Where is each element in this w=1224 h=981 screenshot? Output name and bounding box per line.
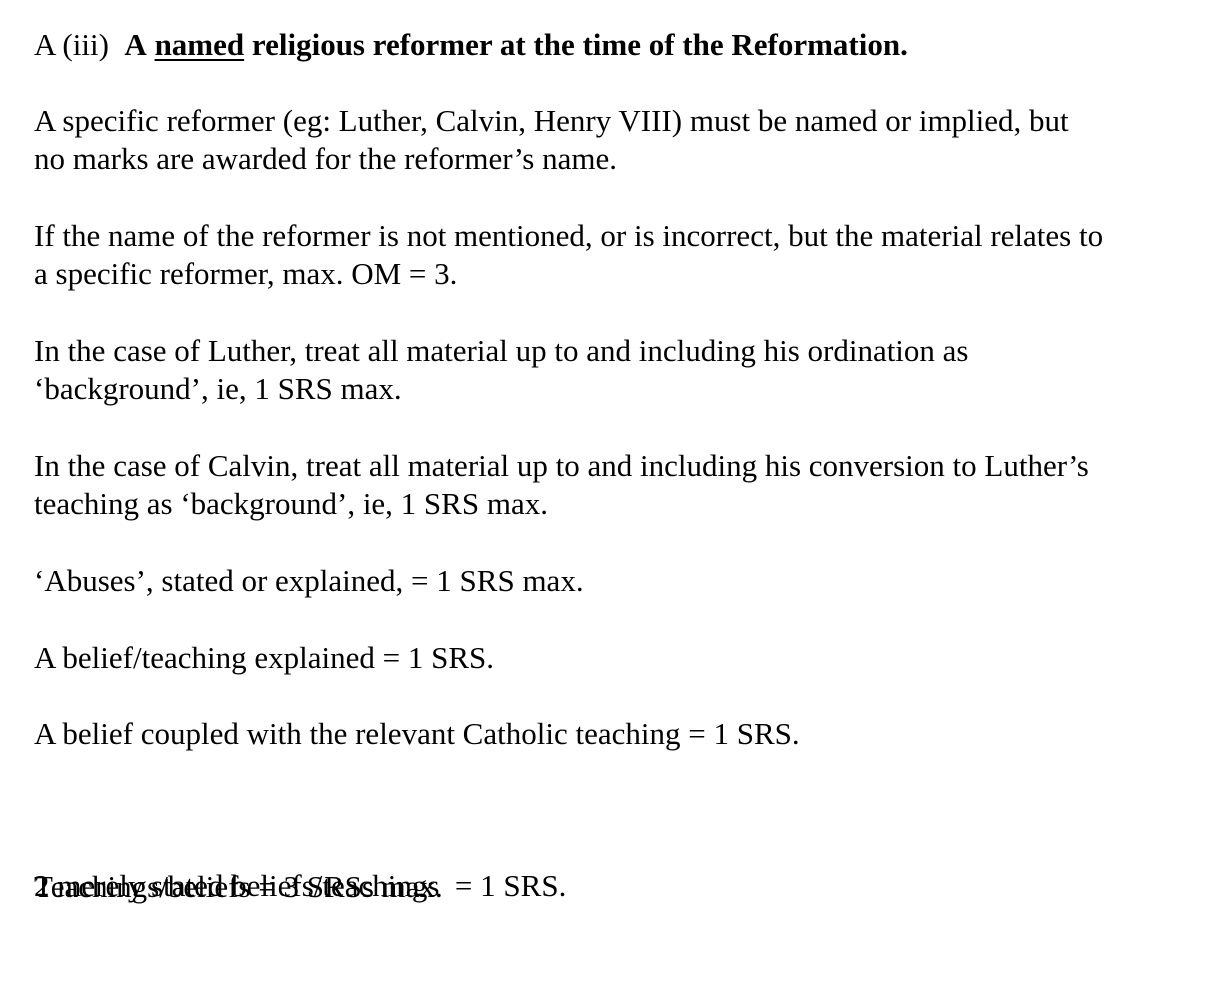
paragraph-line: A belief/teaching explained = 1 SRS.	[34, 640, 495, 675]
paragraph-line: In the case of Luther, treat all materia…	[34, 333, 969, 368]
paragraph-named-reformer: A specific reformer (eg: Luther, Calvin,…	[34, 102, 1069, 178]
paragraph-line: A specific reformer (eg: Luther, Calvin,…	[34, 103, 1069, 138]
paragraph-line: a specific reformer, max. OM = 3.	[34, 256, 458, 291]
paragraph-belief-catholic: A belief coupled with the relevant Catho…	[34, 715, 800, 753]
paragraph-line: A belief coupled with the relevant Catho…	[34, 716, 800, 751]
paragraph-teachings-max: Teachings/beliefs = 3 SRSs max.	[34, 868, 443, 906]
section-heading: A (iii) A named religious reformer at th…	[34, 24, 1204, 66]
heading-article: A	[124, 27, 147, 62]
paragraph-line: ‘Abuses’, stated or explained, = 1 SRS m…	[34, 563, 584, 598]
heading-underlined-word: named	[154, 27, 245, 62]
paragraph-line: In the case of Calvin, treat all materia…	[34, 448, 1089, 483]
paragraph-line: no marks are awarded for the reformer’s …	[34, 141, 617, 176]
paragraph-luther-case: In the case of Luther, treat all materia…	[34, 332, 969, 408]
mark-scheme-page: A (iii) A named religious reformer at th…	[34, 24, 1204, 904]
paragraph-name-missing: If the name of the reformer is not menti…	[34, 217, 1103, 293]
paragraph-calvin-case: In the case of Calvin, treat all materia…	[34, 447, 1089, 523]
paragraph-line: teaching as ‘background’, ie, 1 SRS max.	[34, 486, 548, 521]
paragraph-abuses: ‘Abuses’, stated or explained, = 1 SRS m…	[34, 562, 584, 600]
section-label: A (iii)	[34, 27, 109, 62]
paragraph-line: If the name of the reformer is not menti…	[34, 218, 1104, 253]
paragraph-line: Teachings/beliefs = 3 SRSs max.	[34, 869, 443, 904]
paragraph-line: ‘background’, ie, 1 SRS max.	[34, 371, 402, 406]
heading-rest: religious reformer at the time of the Re…	[251, 27, 908, 62]
paragraph-belief-explained: A belief/teaching explained = 1 SRS.	[34, 639, 494, 677]
